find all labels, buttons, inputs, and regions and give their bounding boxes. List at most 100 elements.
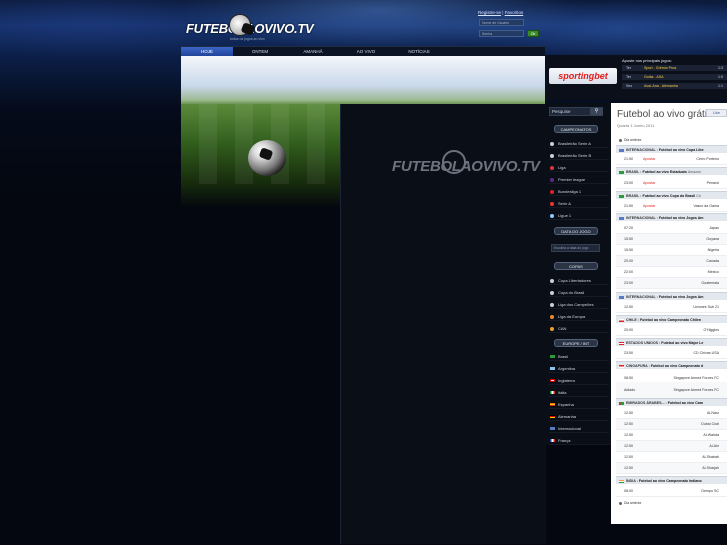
- sidebar-item-brasil[interactable]: Brasil: [549, 352, 609, 361]
- sidebar-item-espanha[interactable]: Espanha: [549, 400, 609, 409]
- sidebar-item-label: Ligue 1: [558, 213, 572, 218]
- soccer-ball-icon: [229, 14, 251, 36]
- league-header[interactable]: BRASIL : Futebol ao vivo Copa do Brasil …: [616, 191, 727, 199]
- league-header[interactable]: INTERNACIONAL : Futebol ao vivo Jogos Am: [616, 213, 727, 221]
- match-row[interactable]: 21:50 Apostar Cerro Porteno: [616, 154, 727, 165]
- league-name: Futebol ao vivo Jogos Am: [658, 216, 704, 220]
- match-row[interactable]: 21:50 Apostar Vasco da Gama: [616, 201, 727, 212]
- sidebar-item-serie-a-it[interactable]: Serie A: [549, 199, 609, 208]
- match-team: Vasco da Gama: [693, 204, 719, 209]
- sidebar-item-label: Copa do Brasil: [558, 290, 585, 295]
- league-header[interactable]: BRASIL : Futebol ao vivo Estaduais Amazo…: [616, 167, 727, 175]
- sidebar-item-bundesliga[interactable]: Bundesliga 1: [549, 187, 609, 196]
- premier-league-icon: [550, 177, 554, 182]
- match-row[interactable]: 12:50 Al-Sharjah: [616, 463, 727, 474]
- sidebar-item-serie-a[interactable]: Brasileirão Serie A: [549, 139, 609, 148]
- bet-row[interactable]: Ter Goiás - ASA 1:0: [622, 74, 727, 81]
- copas-header[interactable]: COPAS: [554, 262, 598, 270]
- date-input[interactable]: Escolha a data do jogo: [551, 244, 600, 252]
- match-row[interactable]: 20:00 Canada: [616, 256, 727, 267]
- match-row[interactable]: 12:50 Al-Wahda: [616, 430, 727, 441]
- sidebar-item-alemanha[interactable]: Alemanha: [549, 412, 609, 421]
- europa-icon: [550, 314, 554, 319]
- match-row[interactable]: 15:50 Nigeria: [616, 245, 727, 256]
- sidebar-item-internacional[interactable]: Internacional: [549, 424, 609, 433]
- league-country: ESTADOS UNIDOS: [626, 341, 659, 345]
- match-row[interactable]: 22:00 Mexico: [616, 267, 727, 278]
- match-row[interactable]: 07:20 Japan: [616, 223, 727, 234]
- username-input[interactable]: Nome de Usuário: [479, 19, 524, 26]
- next-day-link[interactable]: Dia anterior: [616, 500, 727, 507]
- league-country: CINGAPURA: [626, 364, 648, 368]
- match-row[interactable]: 23:00 Apostar Penarol: [616, 178, 727, 189]
- match-row[interactable]: 12:50 Al-Nasr: [616, 408, 727, 419]
- sportingbet-logo[interactable]: sportingbet: [549, 68, 617, 84]
- match-time: 21:50: [624, 157, 633, 161]
- match-team: Dempo SC: [701, 489, 719, 494]
- campeonatos-header[interactable]: CAMPEONATOS: [554, 125, 598, 133]
- sidebar-item-serie-b[interactable]: Brasileirão Serie B: [549, 151, 609, 160]
- match-row[interactable]: 20:00 O'Higgins: [616, 325, 727, 336]
- league-country: ÍNDIA: [626, 479, 636, 483]
- match-row[interactable]: 15:50 Guyana: [616, 234, 727, 245]
- match-row[interactable]: 12:50 Al-Shabab: [616, 452, 727, 463]
- trophy-icon: [550, 153, 554, 158]
- login-button[interactable]: Ok: [527, 30, 539, 37]
- match-time: 07:20: [624, 226, 633, 230]
- match-time: 23:50: [624, 351, 633, 355]
- sidebar-item-copa-do-brasil[interactable]: Copa do Brasil: [549, 288, 609, 297]
- cup-icon: [550, 302, 554, 307]
- sidebar-item-liga[interactable]: Liga: [549, 163, 609, 172]
- match-time: 23:00: [624, 181, 633, 185]
- sidebar-item-can[interactable]: CAN: [549, 324, 609, 333]
- match-row[interactable]: 08:00 Dempo SC: [616, 486, 727, 497]
- match-row[interactable]: 12:50 Uniones Sub 21: [616, 302, 727, 313]
- match-row[interactable]: 23:00 Guatemala: [616, 278, 727, 289]
- data-do-jogo-header[interactable]: DATA DO JOGO: [554, 227, 598, 235]
- facebook-like-button[interactable]: Like: [706, 109, 727, 117]
- sidebar-item-inglaterra[interactable]: Inglaterra: [549, 376, 609, 385]
- sidebar-item-ligue-1[interactable]: Ligue 1: [549, 211, 609, 220]
- match-time: 12:50: [624, 422, 633, 426]
- password-input[interactable]: Senha: [479, 30, 524, 37]
- site-logo[interactable]: FUTEBOLAOVIVO.TV todos os jogos ao vivo: [186, 12, 314, 42]
- sidebar-item-label: Inglaterra: [558, 378, 575, 383]
- match-team: Al-Ain: [709, 444, 719, 449]
- match-time: 12:50: [624, 305, 633, 309]
- league-header[interactable]: INTERNACIONAL : Futebol ao vivo Jogos Am: [616, 292, 727, 300]
- sidebar-item-liga-europa[interactable]: Liga da Europa: [549, 312, 609, 321]
- search-button[interactable]: ⚲: [590, 108, 603, 115]
- match-team: Penarol: [706, 181, 719, 186]
- sidebar-item-italia[interactable]: Itália: [549, 388, 609, 397]
- league-header[interactable]: CHILE : Futebol ao vivo Campeonato Chile…: [616, 315, 727, 323]
- register-link[interactable]: Registre-se: [478, 10, 501, 15]
- match-team: Japan: [709, 226, 719, 231]
- sidebar-item-franca[interactable]: França: [549, 436, 609, 445]
- match-row[interactable]: 12:50 Al-Ain: [616, 441, 727, 452]
- match-row[interactable]: 12:50 Dubai Club: [616, 419, 727, 430]
- sidebar-item-label: Espanha: [558, 402, 574, 407]
- prev-day-link[interactable]: Dia anterior: [616, 137, 727, 144]
- match-time: 12:50: [624, 444, 633, 448]
- uae-flag-icon: [619, 401, 624, 405]
- chile-flag-icon: [619, 318, 624, 322]
- sidebar-item-argentina[interactable]: Argentina: [549, 364, 609, 373]
- league-header[interactable]: INTERNACIONAL : Futebol ao vivo Copa Lib…: [616, 145, 727, 153]
- sidebar-item-label: Alemanha: [558, 414, 577, 419]
- liga-icon: [550, 165, 554, 170]
- bet-row[interactable]: Ter Sport - Grêmio Prud. 1:3: [622, 65, 727, 72]
- bet-row[interactable]: Sex Avaí-Ana - Alemanha 1:1: [622, 83, 727, 90]
- favorites-link[interactable]: Favoritos: [505, 10, 524, 15]
- league-name: Futebol ao vivo Cam: [667, 401, 703, 405]
- league-header[interactable]: CINGAPURA : Futebol ao vivo Campeonato d: [616, 361, 727, 369]
- match-row[interactable]: Adiado Singapore Armed Forces FC: [616, 382, 727, 399]
- match-row[interactable]: 23:50 CD Chivas USA: [616, 348, 727, 359]
- sidebar-item-libertadores[interactable]: Copa Libertadores: [549, 276, 609, 285]
- league-header[interactable]: ESTADOS UNIDOS : Futebol ao vivo Major L…: [616, 338, 727, 346]
- sidebar-item-premier-league[interactable]: Premier league: [549, 175, 609, 184]
- league-header[interactable]: ÍNDIA : Futebol ao vivo Campeonato India…: [616, 476, 727, 484]
- sidebar-item-liga-campeoes[interactable]: Liga dos Campeões: [549, 300, 609, 309]
- sidebar-item-label: Brasileirão Serie B: [558, 153, 592, 158]
- europe-header[interactable]: EUROPE / INT: [554, 339, 598, 347]
- league-header[interactable]: EMIRADOS ÁRABES... : Futebol ao vivo Cam: [616, 398, 727, 406]
